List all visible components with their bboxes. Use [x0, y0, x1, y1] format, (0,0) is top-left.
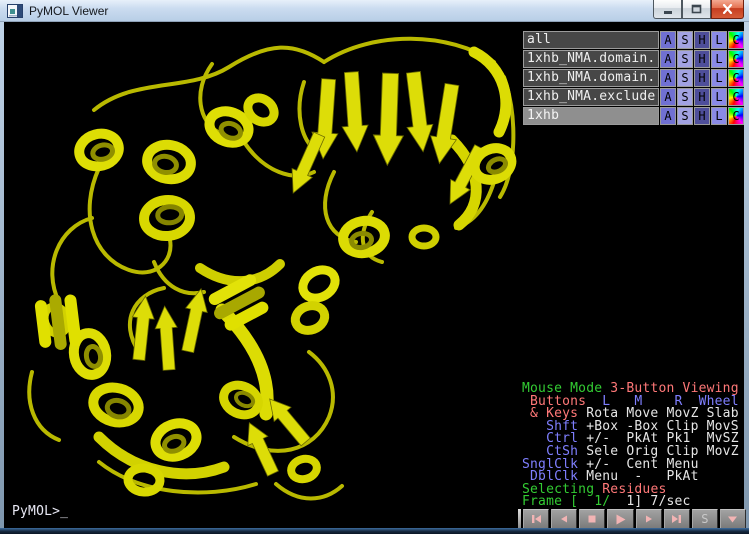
l-menu-button[interactable]: L	[711, 50, 727, 68]
object-name[interactable]: 1xhb_NMA.domain.	[523, 69, 659, 87]
object-panel: allASHLC1xhb_NMA.domain.ASHLC1xhb_NMA.do…	[523, 31, 744, 126]
c-menu-button[interactable]: C	[728, 69, 744, 87]
h-menu-button[interactable]: H	[694, 31, 710, 49]
minimize-button[interactable]	[653, 0, 682, 19]
vcr-separator	[518, 509, 521, 529]
h-menu-button[interactable]: H	[694, 50, 710, 68]
l-menu-button[interactable]: L	[711, 31, 727, 49]
go-to-end-button[interactable]	[664, 509, 690, 529]
a-menu-button[interactable]: A	[660, 31, 676, 49]
stop-icon	[586, 513, 598, 525]
side-helix	[34, 292, 83, 353]
step-forward-button[interactable]	[636, 509, 662, 529]
h-menu-button[interactable]: H	[694, 107, 710, 125]
play-icon	[614, 513, 627, 526]
s-menu-button[interactable]: S	[677, 88, 693, 106]
s-menu-button[interactable]: S	[677, 50, 693, 68]
caption-buttons	[653, 0, 744, 19]
object-row: 1xhb_NMA.domain.ASHLC	[523, 50, 744, 68]
a-menu-button[interactable]: A	[660, 88, 676, 106]
menu-dropdown-icon	[726, 513, 739, 525]
step-forward-icon	[643, 513, 655, 525]
close-icon	[722, 4, 733, 14]
maximize-icon	[691, 4, 702, 14]
h-menu-button[interactable]: H	[694, 88, 710, 106]
a-menu-button[interactable]: A	[660, 107, 676, 125]
object-row: 1xhb_NMA.domain.ASHLC	[523, 69, 744, 87]
play-button[interactable]	[607, 509, 633, 529]
s-menu-button[interactable]: S	[677, 69, 693, 87]
object-row: allASHLC	[523, 31, 744, 49]
window-bottom-border	[0, 528, 749, 534]
object-row: 1xhb_NMA.excludeASHLC	[523, 88, 744, 106]
rewind-icon	[530, 513, 542, 525]
object-name[interactable]: 1xhb_NMA.domain.	[523, 50, 659, 68]
rewind-button[interactable]	[523, 509, 549, 529]
object-name[interactable]: all	[523, 31, 659, 49]
stop-button[interactable]	[579, 509, 605, 529]
l-menu-button[interactable]: L	[711, 107, 727, 125]
scene-button[interactable]: S	[692, 509, 718, 529]
go-to-end-icon	[671, 513, 683, 525]
minimize-icon	[663, 5, 673, 14]
object-name[interactable]: 1xhb	[523, 107, 659, 125]
s-menu-button[interactable]: S	[677, 107, 693, 125]
c-menu-button[interactable]: C	[728, 107, 744, 125]
c-menu-button[interactable]: C	[728, 31, 744, 49]
playback-controls: S	[518, 509, 746, 529]
window-title: PyMOL Viewer	[29, 4, 108, 18]
step-back-button[interactable]	[551, 509, 577, 529]
mouse-mode-panel: Mouse Mode 3-Button Viewing Buttons L M …	[522, 383, 744, 509]
scene-button-label: S	[701, 513, 708, 525]
a-menu-button[interactable]: A	[660, 50, 676, 68]
c-menu-button[interactable]: C	[728, 88, 744, 106]
l-menu-button[interactable]: L	[711, 69, 727, 87]
pymol-viewer-window: PyMOL Viewer	[0, 0, 749, 534]
menu-button[interactable]	[720, 509, 746, 529]
mouse-panel-line: Frame [ 1/ 1] 7/sec	[522, 496, 744, 509]
maximize-button[interactable]	[682, 0, 711, 19]
object-name[interactable]: 1xhb_NMA.exclude	[523, 88, 659, 106]
close-button[interactable]	[711, 0, 744, 19]
s-menu-button[interactable]: S	[677, 31, 693, 49]
h-menu-button[interactable]: H	[694, 69, 710, 87]
gl-viewport[interactable]: PyMOL>_ allASHLC1xhb_NMA.domain.ASHLC1xh…	[4, 22, 744, 528]
a-menu-button[interactable]: A	[660, 69, 676, 87]
c-menu-button[interactable]: C	[728, 50, 744, 68]
command-prompt[interactable]: PyMOL>_	[12, 504, 68, 519]
app-icon	[7, 3, 23, 19]
step-back-icon	[558, 513, 570, 525]
l-menu-button[interactable]: L	[711, 88, 727, 106]
object-row: 1xhbASHLC	[523, 107, 744, 125]
titlebar[interactable]: PyMOL Viewer	[0, 0, 749, 22]
